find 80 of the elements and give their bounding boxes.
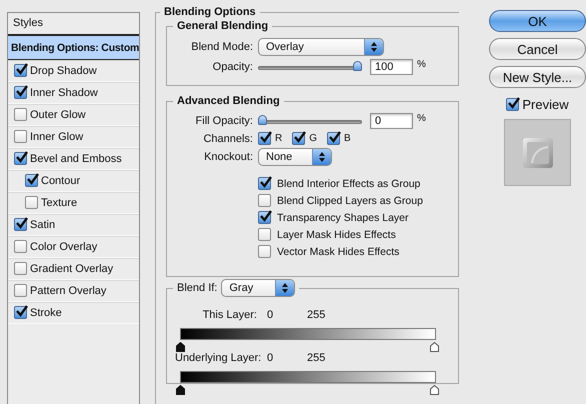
checkbox[interactable] [292, 132, 306, 145]
option-checkbox[interactable]: Transparency Shapes Layer [258, 211, 458, 224]
checkbox[interactable] [258, 177, 271, 190]
checkbox[interactable] [25, 196, 38, 209]
range-value: 255 [307, 352, 326, 364]
style-item[interactable]: Gradient Overlay [8, 258, 139, 280]
checkbox[interactable] [14, 108, 27, 121]
checkbox[interactable] [14, 306, 27, 319]
slider-thumb[interactable] [258, 115, 267, 125]
range-value: 0 [267, 309, 274, 321]
field-label: Channels: [202, 132, 253, 144]
dialog-button[interactable]: OK [489, 10, 586, 32]
field-label: Fill Opacity: [194, 115, 253, 127]
preview-drawing [504, 119, 571, 186]
style-item[interactable]: Pattern Overlay [8, 280, 139, 302]
group-title: Advanced Blending [176, 95, 281, 107]
dialog-button[interactable]: New Style... [489, 66, 586, 88]
slider-track[interactable] [258, 61, 362, 73]
style-item[interactable]: Stroke [8, 302, 139, 324]
high-handle[interactable] [430, 342, 439, 352]
style-item[interactable]: Texture [8, 192, 139, 214]
value-field[interactable]: 100 [370, 59, 413, 75]
unit-label: % [417, 59, 426, 70]
style-item[interactable]: Outer Glow [8, 104, 139, 126]
style-item[interactable]: Drop Shadow [8, 60, 139, 82]
range-value: 255 [307, 309, 326, 321]
checkbox[interactable] [25, 174, 38, 187]
value-field[interactable]: 0 [370, 113, 413, 129]
style-item[interactable]: Color Overlay [8, 236, 139, 258]
updown-arrows-icon [281, 283, 290, 293]
updown-arrows-icon [370, 42, 378, 52]
field-label: Opacity: [212, 61, 253, 73]
style-item[interactable]: Inner Shadow [8, 82, 139, 104]
checkbox[interactable] [506, 98, 520, 111]
dropdown[interactable]: Overlay [258, 38, 384, 56]
slider-thumb[interactable] [353, 61, 362, 71]
field-label: Knockout: [203, 151, 253, 163]
field-label: This Layer: [202, 309, 258, 321]
high-handle[interactable] [430, 385, 439, 395]
unit-label: % [417, 113, 426, 124]
field-label: Underlying Layer: [175, 352, 262, 364]
checkbox[interactable] [14, 262, 27, 275]
low-handle[interactable] [176, 385, 185, 395]
channel-option[interactable]: B [327, 132, 351, 145]
checkbox[interactable] [14, 130, 27, 143]
field-label: Blend If: [177, 282, 218, 294]
checkbox[interactable] [14, 240, 27, 253]
option-checkbox[interactable]: Vector Mask Hides Effects [258, 245, 458, 258]
style-item[interactable]: Inner Glow [8, 126, 139, 148]
checkbox[interactable] [14, 218, 27, 231]
style-item[interactable]: Contour [8, 170, 139, 192]
low-handle[interactable] [176, 342, 185, 352]
style-item[interactable]: Blending Options: Custom [8, 36, 139, 60]
dropdown[interactable]: Gray [221, 279, 296, 297]
checkbox[interactable] [258, 194, 271, 207]
group-title: General Blending [176, 20, 270, 32]
option-checkbox[interactable]: Layer Mask Hides Effects [258, 228, 458, 241]
option-checkbox[interactable]: Blend Clipped Layers as Group [258, 194, 458, 207]
preview-checkbox[interactable]: Preview [506, 97, 569, 112]
dropdown[interactable]: None [258, 148, 332, 166]
checkbox[interactable] [258, 211, 271, 224]
checkbox[interactable] [14, 152, 27, 165]
checkbox[interactable] [14, 284, 27, 297]
style-item[interactable]: Bevel and Emboss [8, 148, 139, 170]
slider-track[interactable] [258, 115, 362, 127]
group-title: Blending Options [163, 6, 257, 18]
style-item[interactable]: Satin [8, 214, 139, 236]
channel-option[interactable]: R [258, 132, 282, 145]
checkbox[interactable] [258, 132, 271, 145]
updown-arrows-icon [318, 152, 326, 162]
checkbox[interactable] [327, 132, 340, 145]
checkbox[interactable] [14, 86, 27, 99]
range-value: 0 [267, 352, 274, 364]
channel-option[interactable]: G [292, 132, 318, 145]
checkbox[interactable] [14, 64, 27, 77]
option-checkbox[interactable]: Blend Interior Effects as Group [258, 177, 458, 190]
field-label: Blend Mode: [190, 41, 253, 53]
checkbox[interactable] [258, 228, 271, 241]
dialog-button[interactable]: Cancel [489, 38, 586, 60]
checkbox[interactable] [258, 245, 271, 258]
